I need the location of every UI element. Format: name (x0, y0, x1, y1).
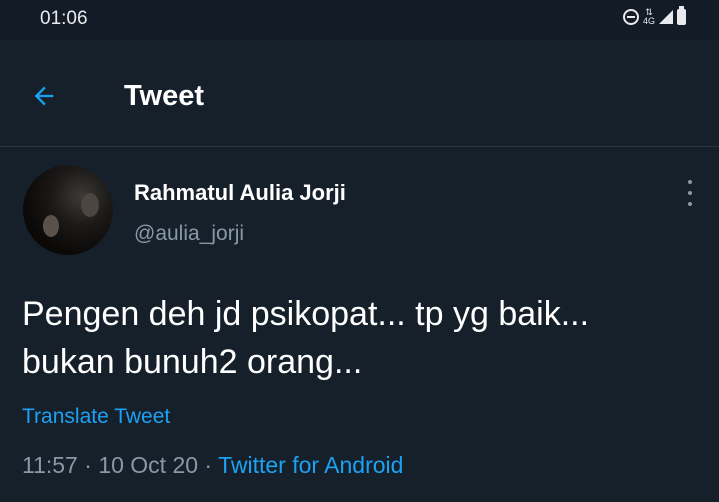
status-time: 01:06 (40, 8, 88, 29)
meta-separator: · (77, 452, 99, 478)
tweet-time: 11:57 (22, 452, 78, 478)
status-icons: ⇅ 4G (622, 6, 686, 26)
tweet-meta: 11:57 · 10 Oct 20 · Twitter for Android (22, 452, 403, 479)
translate-tweet-link[interactable]: Translate Tweet (22, 405, 170, 429)
header-bar: Tweet (0, 40, 719, 147)
more-options-button[interactable] (685, 180, 695, 206)
status-bar: 01:06 ⇅ 4G (0, 0, 719, 40)
avatar[interactable] (23, 165, 113, 255)
tweet-text: Pengen deh jd psikopat... tp yg baik... … (22, 295, 590, 381)
vertical-ellipsis-icon (688, 180, 692, 184)
arrow-left-icon (34, 86, 54, 106)
battery-icon (677, 6, 686, 25)
author-handle[interactable]: @aulia_jorji (134, 222, 244, 246)
tweet-date: 10 Oct 20 (98, 452, 199, 478)
meta-separator: · (198, 452, 219, 478)
author-display-name[interactable]: Rahmatul Aulia Jorji (134, 180, 346, 206)
signal-icon (659, 10, 673, 24)
network-arrows-icon: ⇅ 4G (642, 7, 655, 26)
tweet-source-link[interactable]: Twitter for Android (218, 452, 403, 478)
page-title: Tweet (124, 80, 205, 112)
back-button[interactable] (30, 82, 70, 112)
do-not-disturb-icon (622, 9, 639, 25)
network-label: 4G (642, 16, 655, 26)
